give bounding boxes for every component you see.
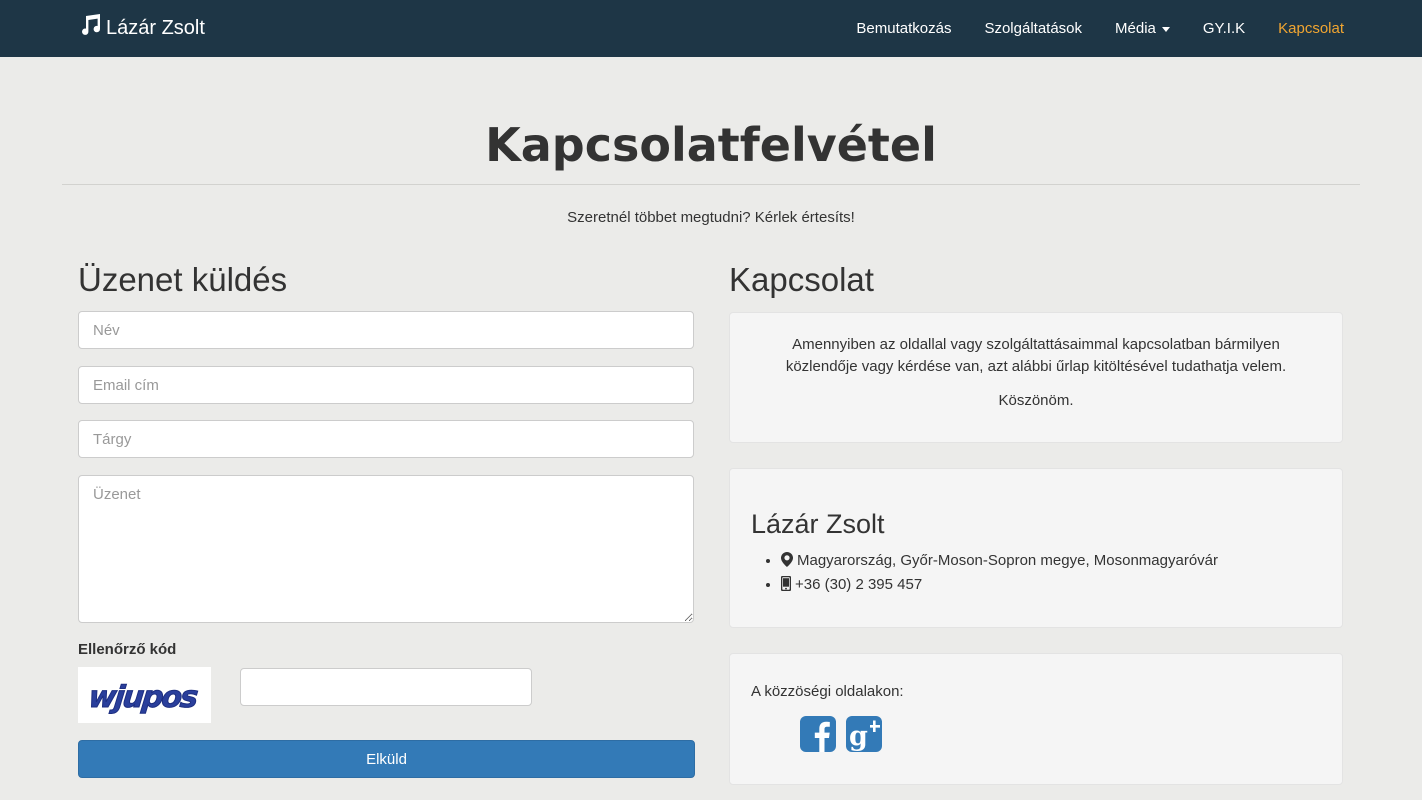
submit-button[interactable]: Elküld bbox=[78, 740, 695, 778]
captcha-text: wjupos bbox=[87, 680, 199, 715]
address-text: Magyarország, Győr-Moson-Sopron megye, M… bbox=[797, 552, 1219, 569]
list-item: +36 (30) 2 395 457 bbox=[780, 574, 1321, 598]
intro-panel: Amennyiben az oldallal vagy szolgáltattá… bbox=[729, 312, 1343, 443]
page-subtitle: Szeretnél többet megtudni? Kérlek értesí… bbox=[567, 209, 855, 226]
nav-item-label: GY.I.K bbox=[1202, 20, 1246, 37]
nav-item-bemutatkozas[interactable]: Bemutatkozás bbox=[823, 20, 951, 37]
person-name: Lázár Zsolt bbox=[751, 509, 885, 539]
name-input[interactable] bbox=[78, 311, 694, 349]
facebook-icon[interactable] bbox=[800, 716, 836, 752]
email-input[interactable] bbox=[78, 366, 694, 404]
nav-item-label: Bemutatkozás bbox=[856, 20, 952, 37]
google-plus-icon[interactable]: g bbox=[846, 716, 882, 752]
contact-heading: Kapcsolat bbox=[729, 261, 874, 298]
nav-item-label: Szolgáltatások bbox=[984, 20, 1083, 37]
music-note-icon bbox=[78, 14, 102, 42]
brand-name: Lázár Zsolt bbox=[106, 16, 205, 39]
nav-item-gyik[interactable]: GY.I.K bbox=[1170, 20, 1245, 37]
captcha-image: wjupos bbox=[78, 667, 211, 723]
intro-text: Amennyiben az oldallal vagy szolgáltattá… bbox=[785, 336, 1287, 375]
message-textarea[interactable] bbox=[78, 475, 694, 623]
contact-details-list: Magyarország, Győr-Moson-Sopron megye, M… bbox=[751, 550, 1321, 598]
page-title: Kapcsolatfelvétel bbox=[485, 118, 937, 172]
nav-item-label: Média bbox=[1115, 20, 1156, 37]
navbar: Lázár Zsolt Bemutatkozás Szolgáltatások … bbox=[0, 0, 1422, 57]
phone-text: +36 (30) 2 395 457 bbox=[795, 576, 923, 593]
list-item: Magyarország, Győr-Moson-Sopron megye, M… bbox=[781, 550, 1321, 574]
captcha-input[interactable] bbox=[240, 668, 532, 706]
nav-item-szolgaltatasok[interactable]: Szolgáltatások bbox=[951, 20, 1082, 37]
map-marker-icon bbox=[781, 552, 793, 574]
caret-down-icon bbox=[1161, 27, 1170, 32]
brand-link[interactable]: Lázár Zsolt bbox=[78, 14, 205, 42]
svg-text:g: g bbox=[849, 721, 868, 752]
main-nav: Bemutatkozás Szolgáltatások Média GY.I.K… bbox=[823, 0, 1344, 57]
divider bbox=[62, 184, 1360, 185]
form-heading: Üzenet küldés bbox=[78, 261, 288, 298]
subject-input[interactable] bbox=[78, 420, 694, 458]
nav-item-label: Kapcsolat bbox=[1278, 20, 1344, 37]
social-label: A közzöségi oldalakon: bbox=[751, 683, 904, 700]
nav-item-kapcsolat[interactable]: Kapcsolat bbox=[1245, 20, 1344, 37]
social-icons: g bbox=[800, 716, 1321, 752]
mobile-phone-icon bbox=[780, 575, 792, 598]
thanks-text: Köszönöm. bbox=[998, 392, 1074, 409]
nav-item-media-dropdown[interactable]: Média bbox=[1082, 20, 1170, 37]
captcha-label: Ellenőrző kód bbox=[78, 641, 177, 658]
social-panel: A közzöségi oldalakon: g bbox=[729, 653, 1343, 785]
person-panel: Lázár Zsolt Magyarország, Győr-Moson-Sop… bbox=[729, 468, 1343, 628]
